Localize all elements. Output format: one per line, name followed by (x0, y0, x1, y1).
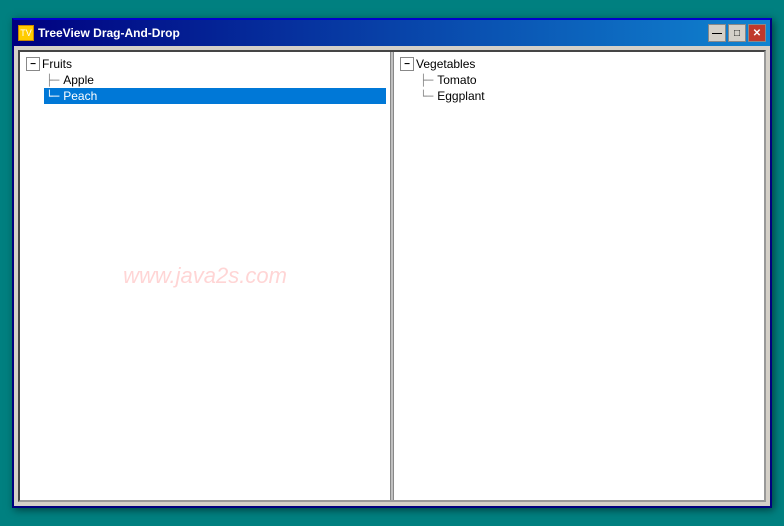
title-buttons: — □ ✕ (708, 24, 766, 42)
vegetables-root-row[interactable]: − Vegetables (398, 56, 760, 72)
fruits-expand-icon[interactable]: − (26, 57, 40, 71)
tomato-row[interactable]: ├─ Tomato (418, 72, 760, 88)
window-title: TreeView Drag-And-Drop (38, 26, 180, 40)
app-icon: TV (18, 25, 34, 41)
app-icon-text: TV (20, 28, 32, 38)
eggplant-row[interactable]: └─ Eggplant (418, 88, 760, 104)
title-bar: TV TreeView Drag-And-Drop — □ ✕ (14, 20, 770, 46)
tomato-label: Tomato (437, 73, 476, 87)
vegetables-tree-node: − Vegetables ├─ Tomato └─ Eggplant (398, 56, 760, 104)
watermark-left: www.java2s.com (123, 263, 287, 289)
apple-row[interactable]: ├─ Apple (44, 72, 386, 88)
apple-label: Apple (63, 73, 94, 87)
apple-connector: ├─ (46, 74, 59, 87)
fruits-root-row[interactable]: − Fruits (24, 56, 386, 72)
fruits-tree-node: − Fruits ├─ Apple └─ Peach (24, 56, 386, 104)
vegetables-expand-icon[interactable]: − (400, 57, 414, 71)
tomato-connector: ├─ (420, 74, 433, 87)
peach-connector: └─ (46, 90, 59, 103)
peach-label: Peach (63, 89, 97, 103)
fruits-root-label: Fruits (42, 57, 72, 71)
title-bar-left: TV TreeView Drag-And-Drop (18, 25, 180, 41)
minimize-button[interactable]: — (708, 24, 726, 42)
right-treeview-panel[interactable]: − Vegetables ├─ Tomato └─ Eggplant (394, 52, 764, 500)
peach-row[interactable]: └─ Peach (44, 88, 386, 104)
maximize-button[interactable]: □ (728, 24, 746, 42)
eggplant-connector: └─ (420, 90, 433, 103)
fruits-children: ├─ Apple └─ Peach (44, 72, 386, 104)
left-treeview-panel[interactable]: − Fruits ├─ Apple └─ Peach www.java2s.co… (20, 52, 390, 500)
vegetables-children: ├─ Tomato └─ Eggplant (418, 72, 760, 104)
main-window: TV TreeView Drag-And-Drop — □ ✕ − Fruits… (12, 18, 772, 508)
vegetables-root-label: Vegetables (416, 57, 475, 71)
close-button[interactable]: ✕ (748, 24, 766, 42)
content-area: − Fruits ├─ Apple └─ Peach www.java2s.co… (18, 50, 766, 502)
eggplant-label: Eggplant (437, 89, 484, 103)
